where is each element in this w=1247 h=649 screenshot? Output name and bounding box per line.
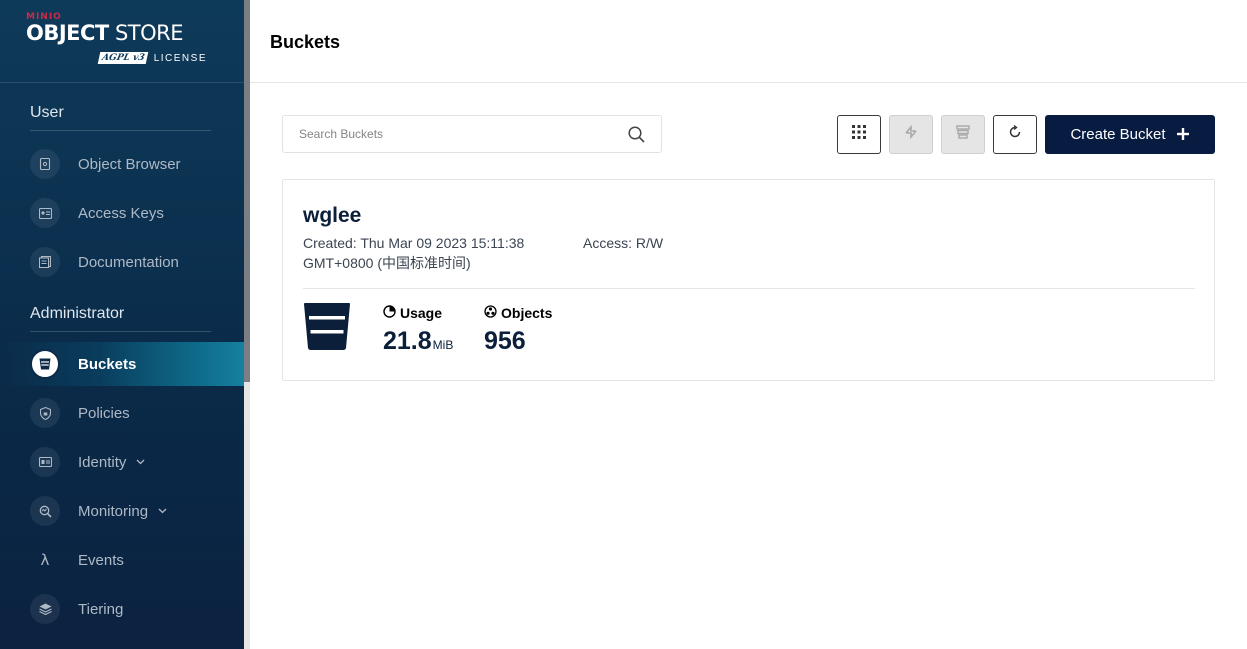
identity-icon — [30, 447, 60, 477]
shield-icon — [30, 398, 60, 428]
sidebar-item-label: Monitoring — [78, 502, 149, 520]
bucket-card[interactable]: wglee Created: Thu Mar 09 2023 15:11:38 … — [282, 179, 1215, 381]
objects-stat: Objects 956 — [484, 305, 552, 356]
tiering-icon — [30, 594, 60, 624]
documentation-icon — [30, 247, 60, 277]
minio-logo[interactable]: MINIO OBJECT STORE AGPL v3 LICENSE — [26, 12, 211, 72]
page-header: Buckets — [250, 0, 1247, 83]
agpl-badge: AGPL v3 — [98, 52, 149, 64]
logo-title: OBJECT STORE — [26, 21, 184, 45]
replication-icon — [904, 124, 918, 144]
sidebar-item-object-browser[interactable]: Object Browser — [0, 142, 244, 186]
section-title-user: User — [30, 104, 64, 121]
section-title-administrator: Administrator — [30, 305, 125, 322]
refresh-button[interactable] — [993, 115, 1037, 154]
lambda-icon: λ — [40, 551, 50, 569]
access-keys-icon — [30, 198, 60, 228]
sidebar-item-label: Policies — [78, 404, 130, 422]
usage-label: Usage — [383, 305, 453, 321]
set-replication-button[interactable] — [889, 115, 933, 154]
section-divider — [30, 331, 211, 332]
license-label: LICENSE — [153, 52, 207, 64]
section-divider — [30, 130, 211, 131]
bucket-access: Access: R/W — [583, 235, 664, 251]
sidebar-item-policies[interactable]: Policies — [0, 391, 244, 435]
object-browser-icon — [30, 149, 60, 179]
lifecycle-icon — [956, 125, 970, 144]
sidebar-item-events[interactable]: λ Events — [0, 538, 244, 582]
pie-chart-icon — [383, 305, 396, 321]
sidebar-item-label: Object Browser — [78, 155, 181, 173]
bucket-icon — [303, 302, 351, 356]
sidebar-scrollbar[interactable] — [244, 0, 250, 649]
sidebar-item-label: Documentation — [78, 253, 179, 271]
usage-value: 21.8MiB — [383, 327, 454, 355]
sidebar-item-label: Identity — [78, 453, 127, 471]
sidebar-item-documentation[interactable]: Documentation — [0, 240, 244, 284]
objects-icon — [484, 305, 497, 321]
grid-icon — [852, 125, 866, 144]
usage-stat: Usage 21.8MiB — [383, 305, 453, 356]
search-box[interactable] — [282, 115, 662, 153]
app-root: MINIO OBJECT STORE AGPL v3 LICENSE User … — [0, 0, 1247, 649]
create-bucket-button[interactable]: Create Bucket — [1045, 115, 1215, 154]
page-title: Buckets — [270, 32, 341, 52]
search-icon[interactable] — [628, 126, 645, 148]
sidebar: MINIO OBJECT STORE AGPL v3 LICENSE User … — [0, 0, 244, 649]
sidebar-item-tiering[interactable]: Tiering — [0, 587, 244, 631]
plus-icon — [1176, 123, 1190, 145]
sidebar-item-label: Access Keys — [78, 204, 164, 222]
chevron-down-icon[interactable] — [136, 457, 145, 468]
logo-divider — [0, 82, 244, 83]
bucket-created: Created: Thu Mar 09 2023 15:11:38 GMT+08… — [303, 235, 525, 271]
set-lifecycle-button[interactable] — [941, 115, 985, 154]
sidebar-item-access-keys[interactable]: Access Keys — [0, 191, 244, 235]
sidebar-item-monitoring[interactable]: Monitoring — [0, 489, 244, 533]
search-input[interactable] — [299, 116, 619, 152]
sidebar-item-label: Tiering — [78, 600, 124, 618]
card-divider — [303, 288, 1195, 289]
bucket-name[interactable]: wglee — [303, 204, 361, 228]
chevron-down-icon[interactable] — [158, 506, 167, 517]
bucket-icon — [30, 349, 60, 379]
sidebar-item-buckets[interactable]: Buckets — [0, 342, 244, 386]
objects-value: 956 — [484, 327, 526, 355]
objects-label: Objects — [484, 305, 552, 321]
monitoring-icon — [30, 496, 60, 526]
select-multiple-button[interactable] — [837, 115, 881, 154]
sidebar-item-label: Events — [78, 551, 124, 569]
logo-license: AGPL v3 LICENSE — [98, 52, 207, 64]
sidebar-item-label: Buckets — [78, 355, 137, 373]
refresh-icon — [1008, 124, 1022, 144]
sidebar-item-identity[interactable]: Identity — [0, 440, 244, 484]
create-bucket-label: Create Bucket — [1070, 126, 1166, 143]
